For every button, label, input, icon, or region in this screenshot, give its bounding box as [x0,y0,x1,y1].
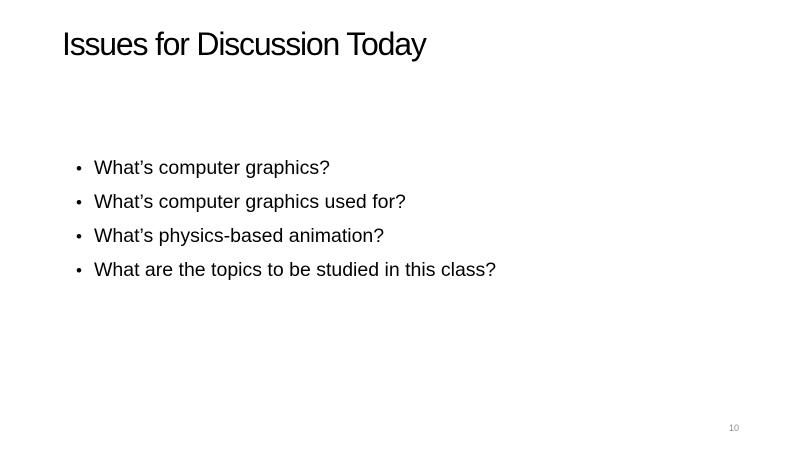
slide: Issues for Discussion Today • What’s com… [0,0,800,450]
bullet-text: What are the topics to be studied in thi… [94,259,497,281]
bullet-text: What’s physics-based animation? [94,225,385,247]
bullet-item: • What’s physics-based animation? [76,219,496,253]
bullet-dot-icon: • [76,159,82,178]
bullet-item: • What’s computer graphics used for? [76,185,496,219]
slide-title: Issues for Discussion Today [62,26,427,62]
bullet-text: What’s computer graphics? [94,157,330,179]
bullet-dot-icon: • [76,193,82,212]
bullet-list: • What’s computer graphics? • What’s com… [76,151,496,287]
bullet-text: What’s computer graphics used for? [94,191,406,213]
slide-number: 10 [728,423,739,433]
bullet-item: • What are the topics to be studied in t… [76,253,496,287]
bullet-dot-icon: • [76,261,82,280]
bullet-item: • What’s computer graphics? [76,151,496,185]
bullet-dot-icon: • [76,227,82,246]
